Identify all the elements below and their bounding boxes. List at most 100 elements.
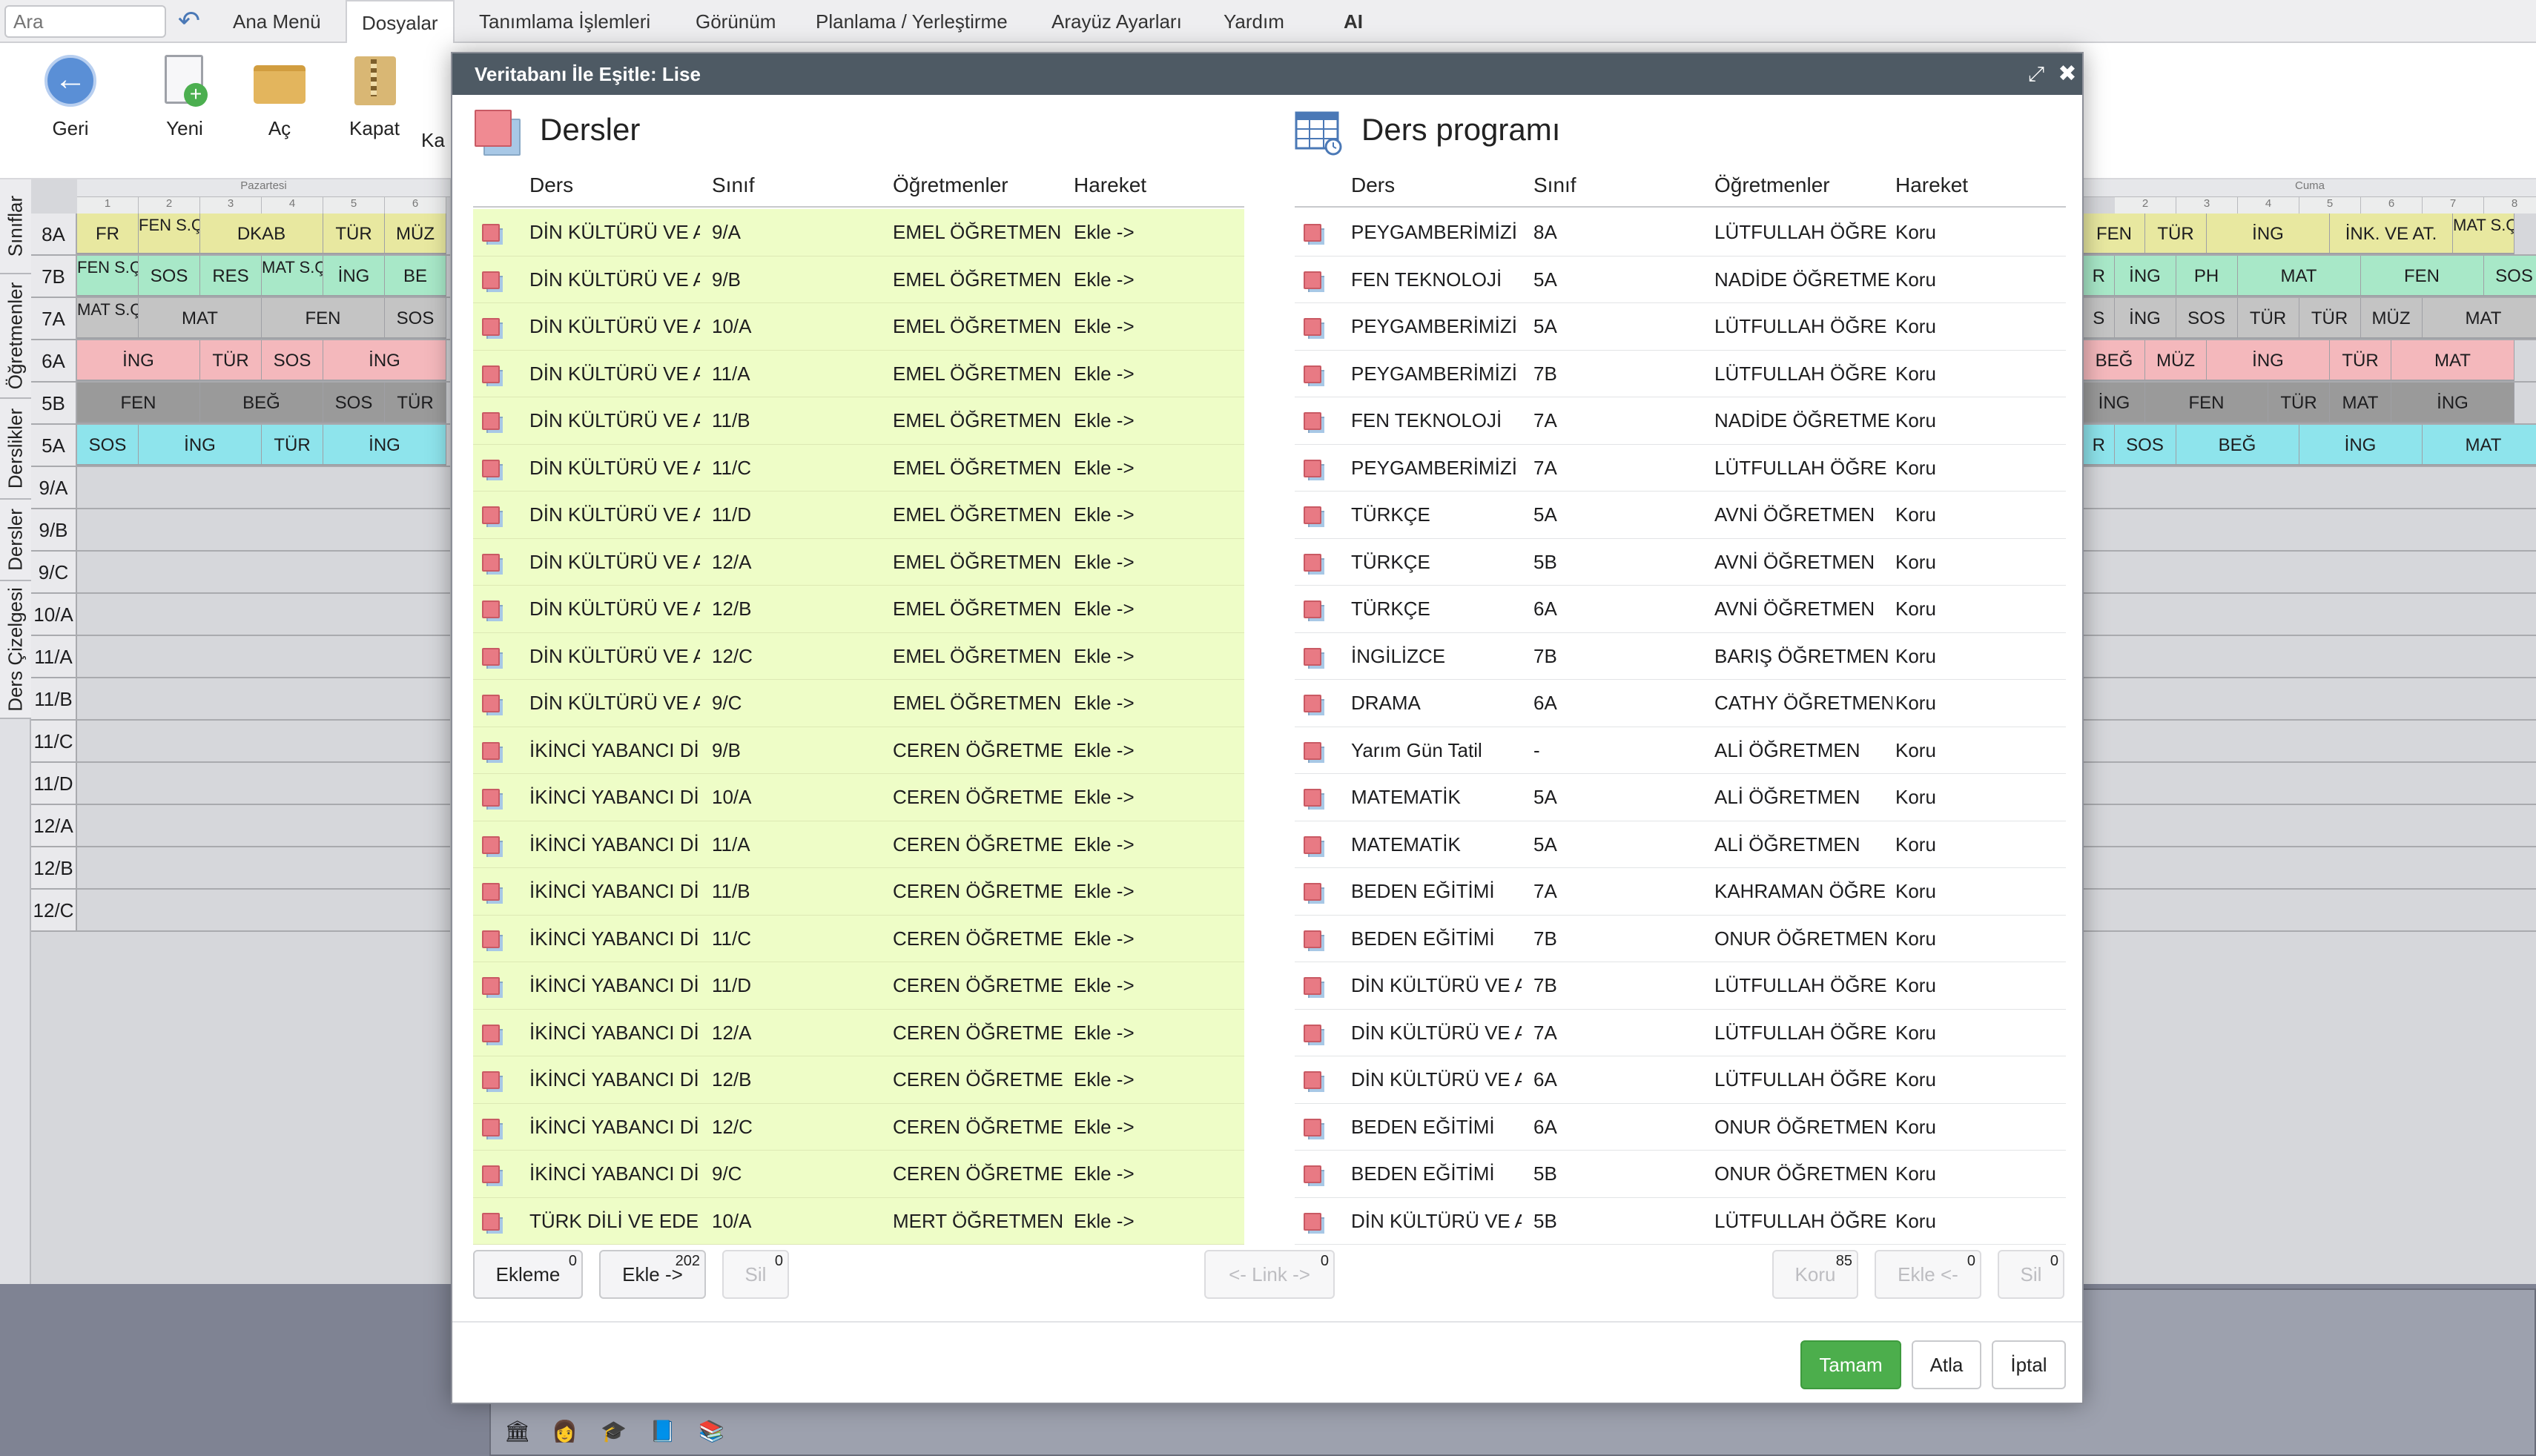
row-label[interactable]: 6A	[31, 340, 77, 383]
timetable-cell[interactable]: İNG	[139, 425, 262, 466]
no-add-button[interactable]: Ekleme 0	[473, 1250, 583, 1299]
timetable-cell[interactable]: İNG	[2299, 425, 2423, 466]
timetable-cell[interactable]: FEN	[2145, 383, 2268, 423]
row-label[interactable]: 11/C	[31, 721, 77, 763]
schedule-row[interactable]: PEYGAMBERİMİZİ 7A LÜTFULLAH ÖĞRE Koru	[1295, 445, 2066, 492]
timetable-cell[interactable]: MAT S.Ç.	[77, 298, 139, 339]
timetable-cell[interactable]: SOS	[385, 298, 446, 339]
timetable-cell[interactable]: SOS	[262, 340, 323, 381]
timetable-cell[interactable]: SOS	[139, 256, 200, 297]
left-col-ders[interactable]: Ders	[529, 165, 573, 206]
schedule-row[interactable]: BEDEN EĞİTİMİ 7B ONUR ÖĞRETMEN Koru	[1295, 916, 2066, 962]
timetable-cell[interactable]: RES	[200, 256, 262, 297]
right-col-ders[interactable]: Ders	[1351, 165, 1395, 206]
add-back-button[interactable]: Ekle <- 0	[1875, 1250, 1981, 1299]
timetable-cell[interactable]: MÜZ	[385, 214, 446, 254]
books-icon[interactable]: 📚	[699, 1419, 724, 1447]
timetable-cell[interactable]: İNK. VE AT.	[2330, 214, 2453, 254]
row-label[interactable]: 7A	[31, 298, 77, 340]
row-label[interactable]: 9/A	[31, 467, 77, 509]
tab-ders-cizelgesi[interactable]: Ders Çizelgesi	[0, 581, 31, 719]
timetable-cell[interactable]: TÜR	[262, 425, 323, 466]
timetable-cell[interactable]: BEĞ	[2084, 340, 2145, 381]
schedule-row[interactable]: İNGİLİZCE 7B BARIŞ ÖĞRETMEN Koru	[1295, 633, 2066, 680]
keep-button[interactable]: Koru 85	[1772, 1250, 1858, 1299]
close-button[interactable]: Kapat	[326, 55, 423, 140]
schedule-row[interactable]: BEDEN EĞİTİMİ 6A ONUR ÖĞRETMEN Koru	[1295, 1104, 2066, 1151]
undo-icon[interactable]: ↶	[172, 4, 206, 39]
right-col-hareket[interactable]: Hareket	[1895, 165, 1968, 206]
row-label[interactable]: 8A	[31, 214, 77, 256]
partial-button[interactable]: Ka	[421, 129, 451, 152]
timetable-cell[interactable]: FEN S.Ç.	[77, 256, 139, 297]
timetable-cell[interactable]: FEN	[2360, 256, 2484, 297]
timetable-cell[interactable]: R	[2084, 425, 2115, 466]
lesson-row[interactable]: İKİNCİ YABANCI Dİ 12/B CEREN ÖĞRETME Ekle -…	[473, 1056, 1244, 1104]
menu-arayuz-ayarlari[interactable]: Arayüz Ayarları	[1051, 0, 1182, 43]
lesson-row[interactable]: İKİNCİ YABANCI Dİ 9/C CEREN ÖĞRETME Ekle ->	[473, 1151, 1244, 1198]
schedule-row[interactable]: PEYGAMBERİMİZİ 7B LÜTFULLAH ÖĞRE Koru	[1295, 351, 2066, 397]
timetable-cell[interactable]: İNG	[323, 256, 385, 297]
row-label[interactable]: 12/B	[31, 847, 77, 890]
lesson-row[interactable]: DİN KÜLTÜRÜ VE A 9/B EMEL ÖĞRETMEN Ekle ->	[473, 256, 1244, 303]
schedule-row[interactable]: DİN KÜLTÜRÜ VE A 7A LÜTFULLAH ÖĞRE Koru	[1295, 1010, 2066, 1056]
row-label[interactable]: 11/B	[31, 678, 77, 721]
row-label[interactable]: 12/C	[31, 890, 77, 932]
teacher-icon[interactable]: 👩	[552, 1419, 578, 1447]
schedule-row[interactable]: DİN KÜLTÜRÜ VE A 7B LÜTFULLAH ÖĞRE Koru	[1295, 962, 2066, 1010]
timetable-cell[interactable]: İNG	[2114, 256, 2176, 297]
ok-button[interactable]: Tamam	[1800, 1340, 1901, 1389]
timetable-cell[interactable]: SOS	[77, 425, 139, 466]
row-label[interactable]: 11/A	[31, 636, 77, 678]
menu-gorunum[interactable]: Görünüm	[696, 0, 776, 43]
timetable-cell[interactable]: TÜR	[385, 383, 446, 423]
delete-left-button[interactable]: Sil 0	[722, 1250, 789, 1299]
schedule-row[interactable]: TÜRKÇE 5A AVNİ ÖĞRETMEN Koru	[1295, 492, 2066, 539]
timetable-cell[interactable]: FEN	[262, 298, 385, 339]
timetable-cell[interactable]: R	[2084, 256, 2115, 297]
timetable-cell[interactable]: BEĞ	[2176, 425, 2299, 466]
expand-icon[interactable]: ⤢	[2021, 53, 2051, 95]
timetable-cell[interactable]: FEN S.Ç.	[139, 214, 200, 254]
schedule-row[interactable]: DRAMA 6A CATHY ÖĞRETMEN Koru	[1295, 680, 2066, 727]
close-icon[interactable]: ✖	[2053, 53, 2082, 95]
timetable-cell[interactable]: İNG	[2207, 340, 2330, 381]
right-col-sinif[interactable]: Sınıf	[1533, 165, 1576, 206]
timetable-cell[interactable]: İNG	[2391, 383, 2514, 423]
menu-yardim[interactable]: Yardım	[1224, 0, 1284, 43]
timetable-cell[interactable]: SOS	[2483, 256, 2536, 297]
lesson-row[interactable]: DİN KÜLTÜRÜ VE A 11/C EMEL ÖĞRETMEN Ekle ->	[473, 444, 1244, 492]
book-icon[interactable]: 📘	[650, 1419, 676, 1447]
lesson-row[interactable]: DİN KÜLTÜRÜ VE A 11/D EMEL ÖĞRETMEN Ekle ->	[473, 492, 1244, 539]
schedule-row[interactable]: FEN TEKNOLOJİ 7A NADİDE ÖĞRETME Koru	[1295, 397, 2066, 445]
lesson-row[interactable]: İKİNCİ YABANCI Dİ 12/A CEREN ÖĞRETME Ekle -…	[473, 1009, 1244, 1056]
timetable-cell[interactable]: İNG	[2114, 298, 2176, 339]
timetable-cell[interactable]: İNG	[323, 340, 446, 381]
lesson-row[interactable]: TÜRK DİLİ VE EDE 10/A MERT ÖĞRETMEN Ekle ->	[473, 1197, 1244, 1245]
lesson-row[interactable]: DİN KÜLTÜRÜ VE A 10/A EMEL ÖĞRETMEN Ekle ->	[473, 303, 1244, 351]
lesson-row[interactable]: İKİNCİ YABANCI Dİ 9/B CEREN ÖĞRETME Ekle ->	[473, 727, 1244, 774]
lesson-row[interactable]: DİN KÜLTÜRÜ VE A 9/A EMEL ÖĞRETMEN Ekle ->	[473, 209, 1244, 257]
lesson-row[interactable]: İKİNCİ YABANCI Dİ 11/C CEREN ÖĞRETME Ekle -…	[473, 915, 1244, 962]
menu-dosyalar[interactable]: Dosyalar	[346, 0, 455, 43]
timetable-cell[interactable]: FEN	[2084, 214, 2145, 254]
timetable-cell[interactable]: MAT	[2237, 256, 2361, 297]
lesson-row[interactable]: DİN KÜLTÜRÜ VE A 11/A EMEL ÖĞRETMEN Ekle ->	[473, 350, 1244, 397]
timetable-cell[interactable]: MAT	[2422, 298, 2536, 339]
timetable-cell[interactable]: SOS	[2114, 425, 2176, 466]
link-button[interactable]: <- Link -> 0	[1204, 1250, 1335, 1299]
timetable-cell[interactable]: TÜR	[323, 214, 385, 254]
skip-button[interactable]: Atla	[1912, 1340, 1981, 1389]
open-button[interactable]: Aç	[231, 55, 328, 140]
schedule-row[interactable]: DİN KÜLTÜRÜ VE A 6A LÜTFULLAH ÖĞRE Koru	[1295, 1056, 2066, 1104]
new-button[interactable]: + Yeni	[136, 55, 233, 140]
schedule-row[interactable]: FEN TEKNOLOJİ 5A NADİDE ÖĞRETME Koru	[1295, 257, 2066, 303]
lesson-row[interactable]: İKİNCİ YABANCI Dİ 12/C CEREN ÖĞRETME Ekle -…	[473, 1103, 1244, 1151]
timetable-cell[interactable]: SOS	[323, 383, 385, 423]
left-col-hareket[interactable]: Hareket	[1074, 165, 1146, 206]
timetable-cell[interactable]: FEN	[77, 383, 200, 423]
lesson-row[interactable]: DİN KÜLTÜRÜ VE A 12/A EMEL ÖĞRETMEN Ekle ->	[473, 538, 1244, 586]
cancel-button[interactable]: İptal	[1992, 1340, 2066, 1389]
timetable-cell[interactable]: İNG	[2207, 214, 2330, 254]
timetable-cell[interactable]: PH	[2176, 256, 2238, 297]
